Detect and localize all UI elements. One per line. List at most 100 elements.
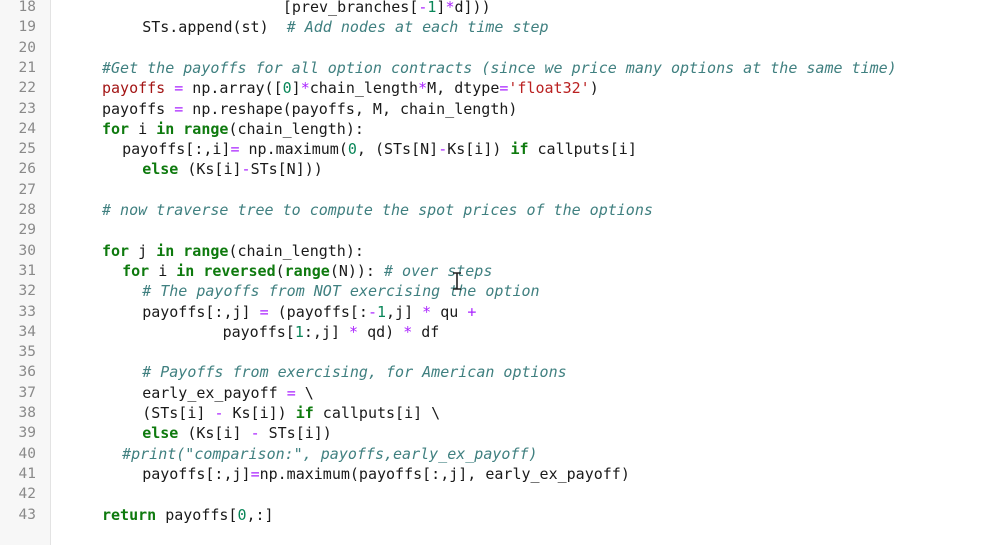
line-number: 24: [18, 120, 36, 137]
code-token: *: [300, 79, 310, 98]
code-token: 1: [294, 322, 304, 341]
code-token: [prev_branches[: [282, 0, 419, 16]
code-text: early_ex_payoff = \: [142, 383, 314, 403]
code-line[interactable]: 22 payoffs = np.array([0]*chain_length*M,…: [0, 78, 999, 98]
code-token: range: [284, 261, 330, 280]
code-line[interactable]: 19 STs.append(st) # Add nodes at each tim…: [0, 17, 999, 37]
code-line[interactable]: 38 (STs[i] - Ks[i]) if callputs[i] \: [0, 403, 999, 423]
code-text: payoffs = np.reshape(payoffs, M, chain_l…: [102, 99, 517, 119]
code-line[interactable]: 37 early_ex_payoff = \: [0, 383, 999, 403]
code-line[interactable]: 20: [0, 38, 999, 58]
code-line[interactable]: 43 return payoffs[0,:]: [0, 505, 999, 525]
line-number: 21: [18, 59, 36, 76]
code-token: (chain_length):: [228, 119, 364, 138]
code-text: payoffs[:,j]=np.maximum(payoffs[:,j], ea…: [142, 464, 630, 484]
code-token: *: [403, 322, 413, 341]
code-text: [prev_branches[-1]*d])): [283, 0, 491, 17]
code-line[interactable]: 31 for i in reversed(range(N)): # over st…: [0, 261, 999, 281]
code-token: 0: [237, 505, 247, 524]
code-token: payoffs[: [156, 505, 238, 524]
code-token: # Payoffs from exercising, for American …: [142, 363, 567, 382]
line-number: 38: [18, 405, 36, 421]
code-line[interactable]: 25 payoffs[:,i]= np.maximum(0, (STs[N]-Ks…: [0, 139, 999, 159]
code-token: +: [467, 302, 477, 321]
code-token: =: [230, 140, 240, 159]
line-number: 26: [18, 161, 36, 178]
code-token: return: [102, 505, 157, 524]
line-number: 42: [18, 486, 36, 503]
code-token: np.reshape(payoffs, M, chain_length): [183, 99, 518, 118]
code-token: *: [422, 302, 432, 321]
code-line[interactable]: 28 # now traverse tree to compute the spo…: [0, 200, 999, 220]
code-line[interactable]: 27: [0, 180, 999, 200]
code-line[interactable]: 41 payoffs[:,j]=np.maximum(payoffs[:,j], …: [0, 464, 999, 484]
code-line[interactable]: 42: [0, 484, 999, 504]
code-token: (Ks[i]: [178, 424, 251, 443]
line-number: 32: [18, 283, 36, 300]
code-token: #print("comparison:", payoffs,early_ex_p…: [122, 444, 538, 463]
code-token: np.maximum(: [239, 140, 348, 159]
code-token: # Add nodes at each time step: [286, 18, 549, 37]
code-line[interactable]: 40 #print("comparison:", payoffs,early_ex…: [0, 444, 999, 464]
code-line[interactable]: 35: [0, 342, 999, 362]
line-number: 31: [18, 262, 36, 279]
line-number: 39: [18, 425, 36, 442]
code-line[interactable]: 36 # Payoffs from exercising, for America…: [0, 362, 999, 382]
code-token: =: [286, 383, 296, 402]
code-line[interactable]: 34 payoffs[1:,j] * qd) * df: [0, 322, 999, 342]
code-token: chain_length: [309, 79, 419, 98]
code-token: Ks[i]): [447, 140, 511, 159]
code-line[interactable]: 39 else (Ks[i] - STs[i]): [0, 423, 999, 443]
line-number: 36: [18, 364, 36, 381]
code-token: -: [367, 302, 377, 321]
code-token: \: [295, 383, 314, 402]
code-text: for i in reversed(range(N)): # over step…: [122, 261, 492, 281]
code-token: Ks[i]): [223, 404, 296, 422]
code-line[interactable]: 32 # The payoffs from NOT exercising the …: [0, 281, 999, 301]
code-line[interactable]: 33 payoffs[:,j] = (payoffs[:-1,j] * qu +: [0, 302, 999, 322]
line-number: 23: [18, 100, 36, 117]
code-line[interactable]: 29: [0, 220, 999, 240]
code-token: ): [589, 79, 599, 98]
code-token: =: [259, 302, 269, 321]
code-line[interactable]: 21 #Get the payoffs for all option contra…: [0, 58, 999, 78]
code-token: # The payoffs from NOT exercising the op…: [142, 282, 540, 301]
code-text: for i in range(chain_length):: [102, 119, 364, 139]
code-text: #print("comparison:", payoffs,early_ex_p…: [122, 444, 537, 464]
code-line[interactable]: 24 for i in range(chain_length):: [0, 119, 999, 139]
line-number: 35: [18, 344, 36, 361]
code-text: return payoffs[0,:]: [102, 505, 274, 525]
code-token: range: [183, 241, 229, 260]
code-text: payoffs[:,i]= np.maximum(0, (STs[N]-Ks[i…: [122, 139, 637, 159]
code-line[interactable]: 26 else (Ks[i]-STs[N])): [0, 159, 999, 179]
code-line[interactable]: 18 [prev_branches[-1]*d])): [0, 0, 999, 17]
code-token: # now traverse tree to compute the spot …: [102, 201, 653, 219]
line-number: 25: [18, 141, 36, 158]
line-number: 19: [18, 19, 36, 36]
code-token: STs[N])): [250, 160, 323, 179]
code-token: qd): [358, 322, 404, 341]
code-token: #Get the payoffs for all option contract…: [102, 58, 897, 77]
code-token: qu: [431, 302, 468, 321]
code-token: (Ks[i]: [178, 160, 242, 179]
code-token: in: [156, 241, 175, 260]
code-token: STs.append(st): [142, 18, 287, 37]
code-editor[interactable]: 18 [prev_branches[-1]*d])) 19 STs.append(st…: [0, 0, 999, 545]
code-text: # The payoffs from NOT exercising the op…: [142, 281, 539, 301]
code-token: M, dtype: [427, 79, 500, 98]
code-token: STs[i]): [259, 424, 332, 443]
code-token: payoffs[: [222, 322, 295, 341]
code-token: range: [183, 119, 229, 138]
code-token: =: [250, 464, 260, 483]
code-token: :,j]: [303, 322, 350, 341]
code-text: payoffs[:,j] = (payoffs[:-1,j] * qu +: [142, 302, 476, 322]
code-text: payoffs = np.array([0]*chain_length*M, d…: [102, 78, 599, 98]
line-number: 30: [18, 242, 36, 259]
code-token: else: [142, 424, 179, 443]
code-line[interactable]: 23 payoffs = np.reshape(payoffs, M, chain…: [0, 99, 999, 119]
code-line[interactable]: 30 for j in range(chain_length):: [0, 241, 999, 261]
line-number: 40: [18, 445, 36, 462]
code-text: # now traverse tree to compute the spot …: [102, 200, 653, 220]
code-token: i: [149, 261, 177, 280]
